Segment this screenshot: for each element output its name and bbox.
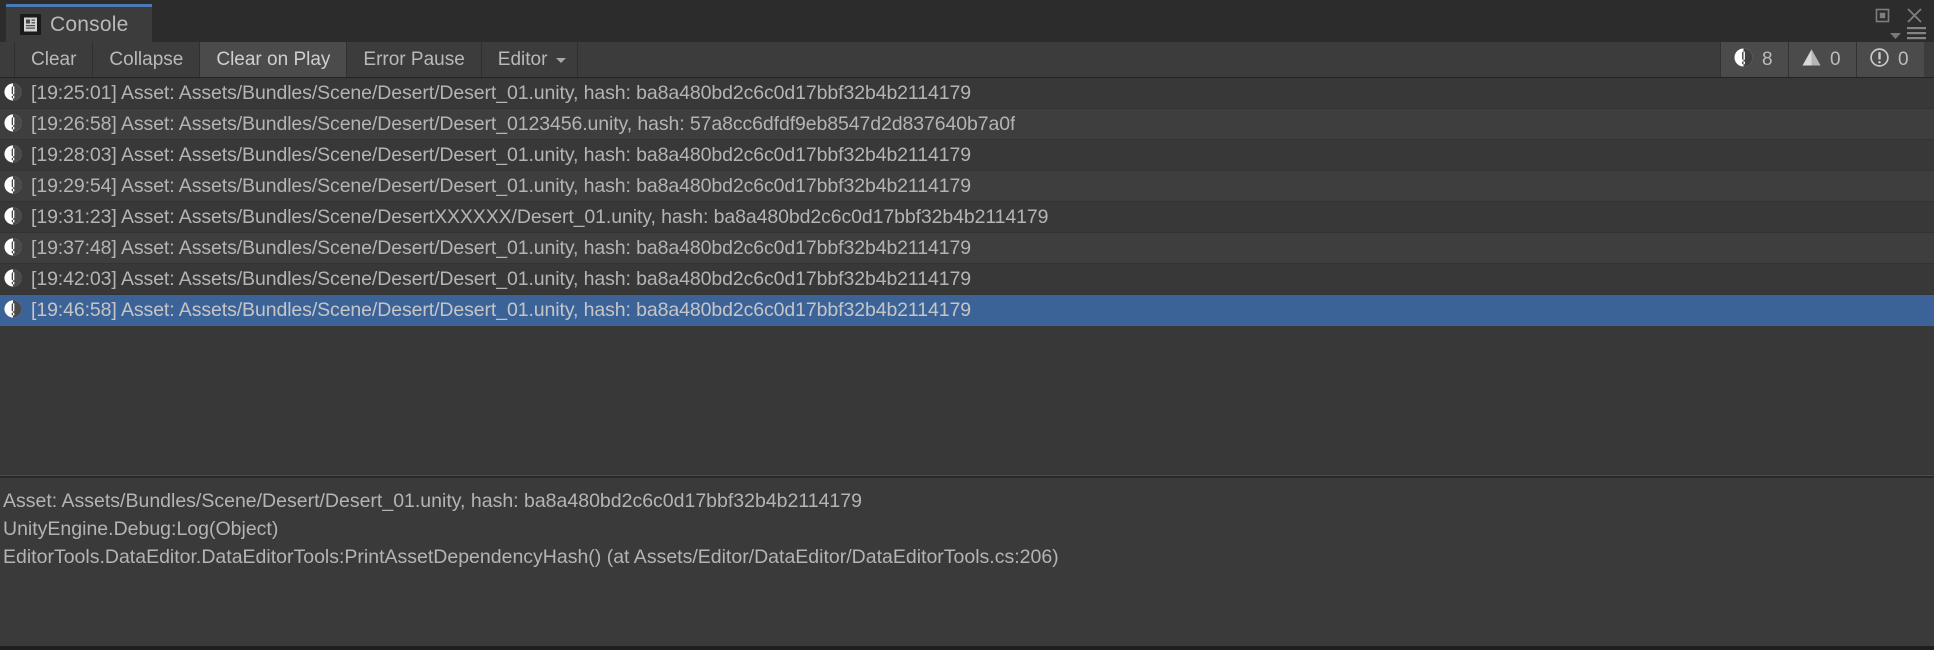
window-bottom-edge (0, 646, 1934, 650)
log-entry-row[interactable]: [19:25:01] Asset: Assets/Bundles/Scene/D… (0, 78, 1934, 109)
log-entry-row[interactable]: [19:46:58] Asset: Assets/Bundles/Scene/D… (0, 295, 1934, 326)
warning-icon (1801, 47, 1822, 73)
error-pause-button[interactable]: Error Pause (347, 42, 482, 77)
warning-count: 0 (1830, 48, 1841, 70)
error-icon (3, 299, 25, 321)
detail-line-stack-2: EditorTools.DataEditor.DataEditorTools:P… (3, 546, 1059, 568)
error-icon (3, 144, 25, 166)
window-buttons (1874, 6, 1924, 25)
error-count: 8 (1762, 48, 1773, 70)
console-document-icon (20, 14, 41, 35)
log-entry-row[interactable]: [19:29:54] Asset: Assets/Bundles/Scene/D… (0, 171, 1934, 202)
log-entry-message: [19:42:03] Asset: Assets/Bundles/Scene/D… (31, 267, 971, 290)
info-counter[interactable]: 0 (1856, 42, 1924, 77)
editor-dropdown-button[interactable]: Editor (482, 42, 579, 77)
error-icon (3, 237, 25, 259)
warning-counter[interactable]: 0 (1788, 42, 1856, 77)
detail-line-stack-1: UnityEngine.Debug:Log(Object) (3, 518, 279, 540)
console-window: Console Clear Collapse Clear on Play Err… (0, 0, 1934, 650)
clear-on-play-button[interactable]: Clear on Play (200, 42, 348, 77)
log-entry-row[interactable]: [19:28:03] Asset: Assets/Bundles/Scene/D… (0, 140, 1934, 171)
error-icon (3, 82, 25, 104)
maximize-icon[interactable] (1874, 7, 1891, 24)
error-icon (1733, 47, 1754, 73)
log-entry-message: [19:28:03] Asset: Assets/Bundles/Scene/D… (31, 143, 971, 166)
log-entry-row[interactable]: [19:37:48] Asset: Assets/Bundles/Scene/D… (0, 233, 1934, 264)
clear-button[interactable]: Clear (14, 42, 94, 77)
error-counter[interactable]: 8 (1720, 42, 1788, 77)
caret-down-icon (556, 57, 567, 63)
tab-console-label: Console (50, 12, 129, 36)
info-count: 0 (1898, 48, 1909, 70)
info-icon (1869, 47, 1890, 73)
collapse-button[interactable]: Collapse (93, 42, 201, 77)
window-titlebar: Console (0, 0, 1934, 42)
console-toolbar: Clear Collapse Clear on Play Error Pause… (0, 42, 1934, 78)
log-entry-message: [19:26:58] Asset: Assets/Bundles/Scene/D… (31, 112, 1016, 135)
error-icon (3, 113, 25, 135)
log-entry-message: [19:31:23] Asset: Assets/Bundles/Scene/D… (31, 205, 1049, 228)
tab-console[interactable]: Console (6, 4, 153, 42)
log-entry-row[interactable]: [19:26:58] Asset: Assets/Bundles/Scene/D… (0, 109, 1934, 140)
error-icon (3, 175, 25, 197)
log-entry-list[interactable]: [19:25:01] Asset: Assets/Bundles/Scene/D… (0, 78, 1934, 475)
close-icon[interactable] (1905, 6, 1924, 25)
log-entry-message: [19:29:54] Asset: Assets/Bundles/Scene/D… (31, 174, 971, 197)
log-entry-message: [19:37:48] Asset: Assets/Bundles/Scene/D… (31, 236, 971, 259)
log-entry-row[interactable]: [19:31:23] Asset: Assets/Bundles/Scene/D… (0, 202, 1934, 233)
log-detail-panel[interactable]: Asset: Assets/Bundles/Scene/Desert/Deser… (0, 478, 1934, 650)
log-entry-message: [19:25:01] Asset: Assets/Bundles/Scene/D… (31, 81, 971, 104)
detail-line-message: Asset: Assets/Bundles/Scene/Desert/Deser… (3, 490, 862, 512)
log-entry-row[interactable]: [19:42:03] Asset: Assets/Bundles/Scene/D… (0, 264, 1934, 295)
editor-dropdown-label: Editor (497, 48, 548, 70)
log-entry-message: [19:46:58] Asset: Assets/Bundles/Scene/D… (31, 298, 971, 321)
error-icon (3, 268, 25, 290)
error-icon (3, 206, 25, 228)
log-counters: 8 0 0 (1720, 42, 1924, 77)
